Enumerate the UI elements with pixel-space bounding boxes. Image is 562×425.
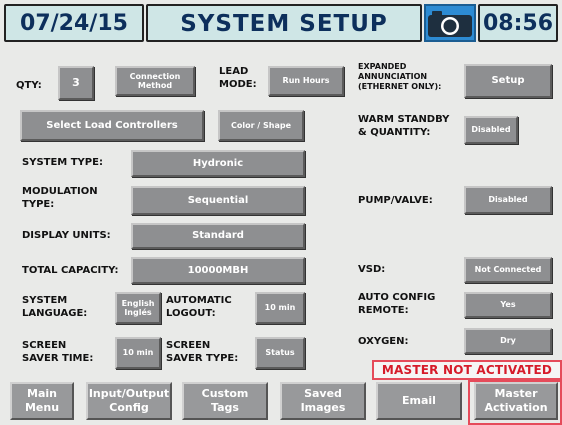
oxygen-field[interactable]: Dry [464, 328, 552, 354]
display-units-label: DISPLAY UNITS: [22, 230, 111, 241]
modulation-type-label: MODULATION TYPE: [22, 186, 98, 210]
auto-config-remote-field[interactable]: Yes [464, 292, 552, 318]
master-activation-button[interactable]: Master Activation [474, 382, 558, 420]
expanded-annunciation-setup-button[interactable]: Setup [464, 64, 552, 98]
main-menu-button[interactable]: Main Menu [10, 382, 74, 420]
total-capacity-field[interactable]: 10000MBH [131, 257, 305, 284]
screen-saver-time-label: SCREEN SAVER TIME: [22, 340, 94, 364]
custom-tags-button[interactable]: Custom Tags [182, 382, 268, 420]
lead-mode-field[interactable]: Run Hours [268, 66, 344, 96]
date-display: 07/24/15 [4, 4, 144, 42]
system-setup-screen: { "header": { "date": "07/24/15", "title… [0, 0, 562, 425]
saved-images-button[interactable]: Saved Images [280, 382, 366, 420]
qty-field[interactable]: 3 [58, 66, 94, 100]
input-output-config-button[interactable]: Input/Output Config [86, 382, 172, 420]
oxygen-label: OXYGEN: [358, 336, 409, 347]
screen-saver-time-field[interactable]: 10 min [115, 337, 161, 369]
warm-standby-label: WARM STANDBY & QUANTITY: [358, 114, 450, 138]
master-not-activated-alert: MASTER NOT ACTIVATED [372, 360, 562, 380]
system-type-field[interactable]: Hydronic [131, 150, 305, 177]
email-button[interactable]: Email [376, 382, 462, 420]
qty-label: QTY: [16, 80, 42, 91]
display-units-field[interactable]: Standard [131, 223, 305, 249]
automatic-logout-label: AUTOMATIC LOGOUT: [166, 295, 232, 319]
vsd-label: VSD: [358, 264, 386, 275]
time-display: 08:56 [478, 4, 558, 42]
auto-config-remote-label: AUTO CONFIG REMOTE: [358, 292, 436, 316]
system-type-label: SYSTEM TYPE: [22, 157, 103, 168]
select-load-controllers-button[interactable]: Select Load Controllers [20, 110, 204, 141]
system-language-label: SYSTEM LANGUAGE: [22, 295, 88, 319]
pump-valve-field[interactable]: Disabled [464, 186, 552, 214]
page-title: SYSTEM SETUP [180, 11, 388, 37]
camera-button[interactable] [424, 4, 476, 42]
time-text: 08:56 [482, 11, 554, 36]
pump-valve-label: PUMP/VALVE: [358, 195, 433, 206]
expanded-annunciation-label: EXPANDED ANNUNCIATION (ETHERNET ONLY): [358, 62, 442, 91]
title-bar: SYSTEM SETUP [146, 4, 422, 42]
camera-icon [428, 11, 472, 37]
total-capacity-label: TOTAL CAPACITY: [22, 265, 119, 276]
screen-saver-type-label: SCREEN SAVER TYPE: [166, 340, 239, 364]
vsd-field[interactable]: Not Connected [464, 257, 552, 283]
color-shape-button[interactable]: Color / Shape [218, 110, 304, 141]
date-text: 07/24/15 [20, 11, 128, 36]
lead-mode-label: LEAD MODE: [219, 66, 257, 90]
system-language-field[interactable]: English Inglés [115, 292, 161, 324]
warm-standby-field[interactable]: Disabled [464, 116, 518, 144]
modulation-type-field[interactable]: Sequential [131, 186, 305, 215]
connection-method-button[interactable]: Connection Method [115, 66, 195, 96]
automatic-logout-field[interactable]: 10 min [255, 292, 305, 324]
screen-saver-type-field[interactable]: Status [255, 337, 305, 369]
